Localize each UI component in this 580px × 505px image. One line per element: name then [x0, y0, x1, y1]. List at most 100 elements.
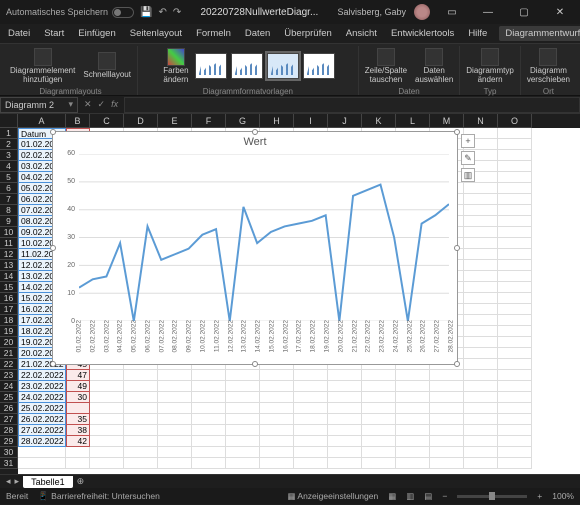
cell[interactable]: [464, 425, 498, 436]
cell[interactable]: [260, 414, 294, 425]
cell[interactable]: [18, 458, 66, 469]
cell[interactable]: [158, 403, 192, 414]
column-header[interactable]: N: [464, 114, 498, 128]
cell[interactable]: [362, 447, 396, 458]
chart-style-1[interactable]: [195, 53, 227, 79]
cell[interactable]: [396, 381, 430, 392]
cell[interactable]: 25.02.2022: [18, 403, 66, 414]
cell[interactable]: [124, 381, 158, 392]
cell[interactable]: [464, 458, 498, 469]
maximize-icon[interactable]: ▢: [510, 3, 538, 21]
cell[interactable]: [260, 370, 294, 381]
cell[interactable]: [430, 458, 464, 469]
column-header[interactable]: B: [66, 114, 90, 128]
cell[interactable]: [226, 414, 260, 425]
new-sheet-icon[interactable]: ⊕: [77, 476, 85, 487]
cell[interactable]: [362, 436, 396, 447]
cell[interactable]: [464, 194, 498, 205]
accessibility-status[interactable]: 📱 Barrierefreiheit: Untersuchen: [38, 491, 160, 502]
cell[interactable]: [158, 414, 192, 425]
cell[interactable]: [90, 414, 124, 425]
cell[interactable]: [192, 425, 226, 436]
close-icon[interactable]: ✕: [546, 3, 574, 21]
cell[interactable]: [498, 392, 532, 403]
column-header[interactable]: O: [498, 114, 532, 128]
cell[interactable]: [396, 414, 430, 425]
cell[interactable]: [464, 260, 498, 271]
resize-handle[interactable]: [252, 361, 258, 367]
cell[interactable]: [226, 403, 260, 414]
cell[interactable]: [498, 447, 532, 458]
cell[interactable]: [498, 337, 532, 348]
cell[interactable]: [498, 293, 532, 304]
tab-ansicht[interactable]: Ansicht: [344, 26, 379, 41]
select-data-button[interactable]: Daten auswählen: [413, 46, 455, 87]
cell[interactable]: [498, 216, 532, 227]
cell[interactable]: [362, 414, 396, 425]
cell[interactable]: [362, 381, 396, 392]
cell[interactable]: [328, 436, 362, 447]
zoom-in-icon[interactable]: +: [537, 491, 542, 501]
cell[interactable]: [90, 403, 124, 414]
cell[interactable]: [328, 381, 362, 392]
column-header[interactable]: M: [430, 114, 464, 128]
cell[interactable]: [158, 425, 192, 436]
row-header[interactable]: 11: [0, 238, 18, 249]
cell[interactable]: 22.02.2022: [18, 370, 66, 381]
column-header[interactable]: J: [328, 114, 362, 128]
tab-seitenlayout[interactable]: Seitenlayout: [128, 26, 184, 41]
row-header[interactable]: 17: [0, 304, 18, 315]
row-header[interactable]: 28: [0, 425, 18, 436]
cell[interactable]: [124, 425, 158, 436]
cell[interactable]: [90, 392, 124, 403]
cell[interactable]: [464, 414, 498, 425]
chart-styles-button[interactable]: ✎: [461, 151, 475, 165]
chart-style-4[interactable]: [303, 53, 335, 79]
cell[interactable]: [192, 370, 226, 381]
move-chart-button[interactable]: Diagramm verschieben: [525, 46, 572, 87]
cell[interactable]: [396, 458, 430, 469]
name-box[interactable]: Diagramm 2▾: [0, 97, 78, 113]
row-header[interactable]: 25: [0, 392, 18, 403]
formula-input[interactable]: [124, 97, 580, 113]
cell[interactable]: [498, 370, 532, 381]
cell[interactable]: [328, 447, 362, 458]
cell[interactable]: [226, 458, 260, 469]
resize-handle[interactable]: [50, 129, 56, 135]
cell[interactable]: [498, 128, 532, 139]
cell[interactable]: [498, 238, 532, 249]
cell[interactable]: [498, 403, 532, 414]
cell[interactable]: [328, 392, 362, 403]
row-header[interactable]: 16: [0, 293, 18, 304]
tab-start[interactable]: Start: [42, 26, 66, 41]
cell[interactable]: [396, 392, 430, 403]
cell[interactable]: [464, 238, 498, 249]
cell[interactable]: [464, 381, 498, 392]
cell[interactable]: [124, 414, 158, 425]
cell[interactable]: [430, 392, 464, 403]
cell[interactable]: [498, 326, 532, 337]
undo-icon[interactable]: ↶: [159, 7, 167, 18]
cell[interactable]: [192, 403, 226, 414]
cancel-icon[interactable]: ✕: [84, 99, 92, 110]
cell[interactable]: [498, 282, 532, 293]
cell[interactable]: [498, 194, 532, 205]
row-header[interactable]: 21: [0, 348, 18, 359]
cell[interactable]: [294, 381, 328, 392]
cell[interactable]: [464, 348, 498, 359]
cell[interactable]: [498, 315, 532, 326]
row-header[interactable]: 8: [0, 205, 18, 216]
cell[interactable]: [90, 458, 124, 469]
cell[interactable]: [498, 161, 532, 172]
cell[interactable]: [498, 139, 532, 150]
chart-elements-button[interactable]: +: [461, 134, 475, 148]
cell[interactable]: [362, 403, 396, 414]
cell[interactable]: [464, 205, 498, 216]
cell[interactable]: [192, 447, 226, 458]
row-header[interactable]: 19: [0, 326, 18, 337]
cell[interactable]: 30: [66, 392, 90, 403]
column-header[interactable]: F: [192, 114, 226, 128]
cell[interactable]: 24.02.2022: [18, 392, 66, 403]
row-header[interactable]: 9: [0, 216, 18, 227]
cell[interactable]: [464, 271, 498, 282]
